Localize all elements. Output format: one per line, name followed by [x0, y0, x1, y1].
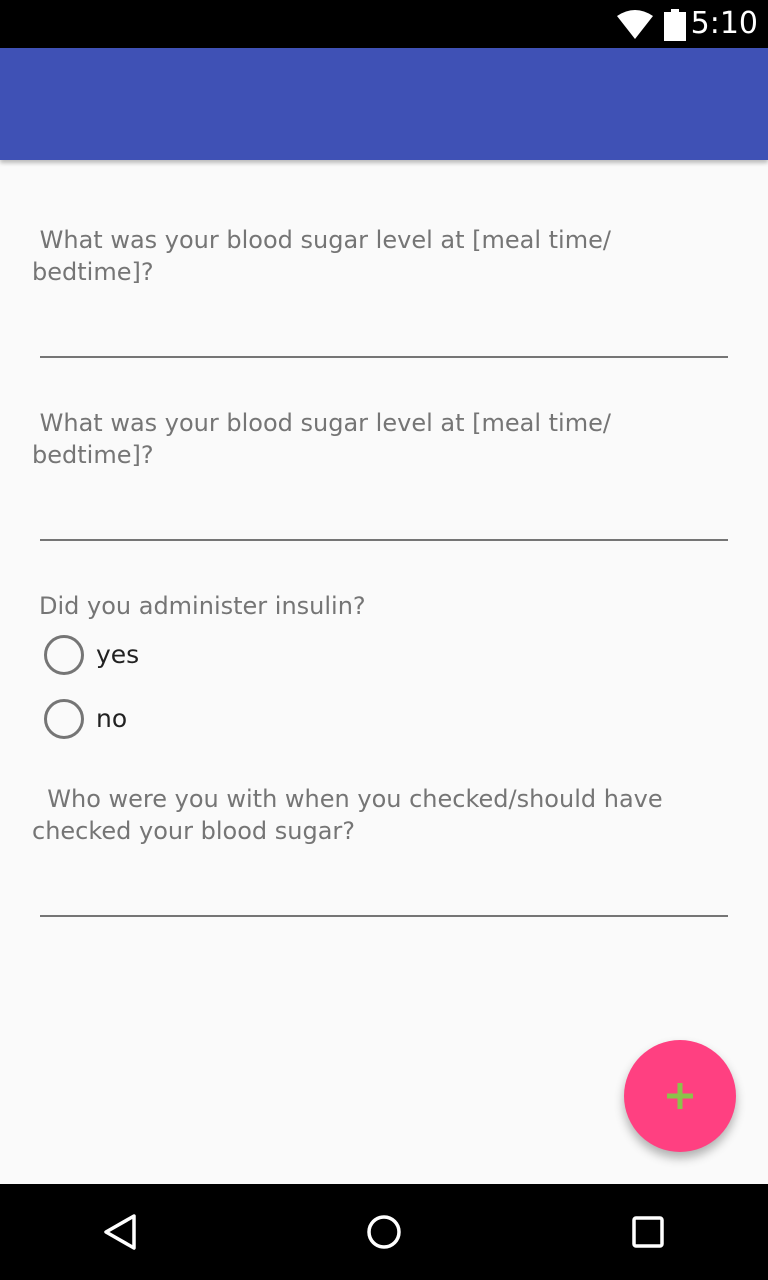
radio-button-yes[interactable] [44, 635, 84, 675]
question-2-input[interactable] [40, 501, 728, 541]
recents-icon[interactable] [628, 1212, 668, 1252]
question-2-label: What was your blood sugar level at [meal… [32, 409, 611, 469]
radio-label-no: no [96, 704, 128, 733]
add-fab-button[interactable] [624, 1040, 736, 1152]
battery-icon [664, 9, 686, 41]
question-4-label: Who were you with when you checked/shoul… [32, 785, 663, 845]
question-4-input[interactable] [40, 877, 728, 917]
radio-option-no[interactable]: no [44, 699, 127, 739]
wifi-icon [617, 10, 653, 39]
status-bar: 5:10 [0, 0, 768, 48]
app-bar [0, 48, 768, 160]
radio-option-yes[interactable]: yes [44, 635, 139, 675]
question-3-label: Did you administer insulin? [39, 592, 366, 620]
home-icon[interactable] [364, 1212, 404, 1252]
question-1-input[interactable] [40, 318, 728, 358]
radio-button-no[interactable] [44, 699, 84, 739]
radio-label-yes: yes [96, 640, 140, 669]
question-1-label: What was your blood sugar level at [meal… [32, 226, 611, 286]
status-time: 5:10 [690, 6, 758, 41]
back-icon[interactable] [100, 1212, 140, 1252]
navigation-bar [0, 1184, 768, 1280]
plus-icon [667, 1083, 693, 1109]
